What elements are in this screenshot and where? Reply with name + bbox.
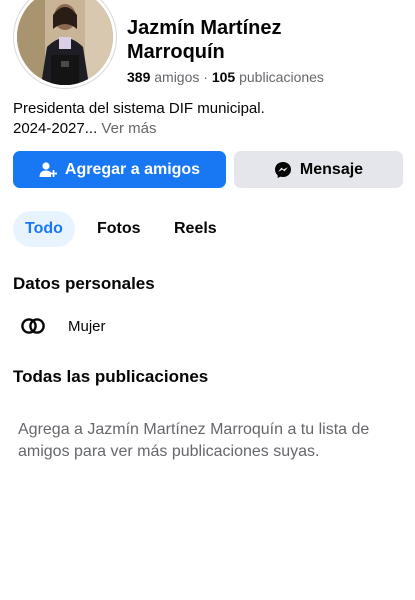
bio-line-1: Presidenta del sistema DIF municipal.	[13, 100, 265, 117]
tab-reels[interactable]: Reels	[174, 211, 217, 247]
all-posts-heading: Todas las publicaciones	[13, 367, 209, 386]
tab-todo[interactable]: Todo	[13, 211, 75, 247]
personal-info-heading: Datos personales	[13, 274, 155, 293]
posts-label: publicaciones	[239, 69, 324, 85]
gender-row: Mujer	[20, 314, 106, 338]
profile-counts: 389 amigos · 105 publicaciones	[127, 69, 324, 85]
avatar[interactable]	[14, 0, 116, 88]
gender-value: Mujer	[68, 317, 106, 335]
posts-count: 105	[211, 69, 236, 85]
friends-label[interactable]: amigos	[154, 69, 199, 85]
profile-bio: Presidenta del sistema DIF municipal. 20…	[13, 99, 393, 139]
add-person-icon	[39, 161, 57, 177]
message-button[interactable]: Mensaje	[234, 151, 403, 188]
messenger-icon	[274, 161, 291, 178]
friends-count[interactable]: 389	[127, 69, 150, 85]
bio-line-2: 2024-2027...	[13, 120, 98, 137]
counts-separator: ·	[203, 69, 208, 85]
profile-actions: Agregar a amigos Mensaje	[13, 151, 403, 188]
message-label: Mensaje	[299, 160, 364, 178]
avatar-photo	[17, 0, 113, 85]
profile-header: Jazmín Martínez Marroquín 389 amigos · 1…	[0, 0, 415, 100]
tab-fotos[interactable]: Fotos	[97, 211, 141, 247]
add-friend-button[interactable]: Agregar a amigos	[13, 151, 226, 188]
add-friend-label: Agregar a amigos	[64, 160, 201, 178]
profile-name: Jazmín Martínez Marroquín	[127, 17, 282, 63]
see-more-link[interactable]: Ver más	[101, 120, 156, 137]
posts-empty-message: Agrega a Jazmín Martínez Marroquín a tu …	[18, 421, 370, 460]
gender-rings-icon	[21, 318, 45, 334]
